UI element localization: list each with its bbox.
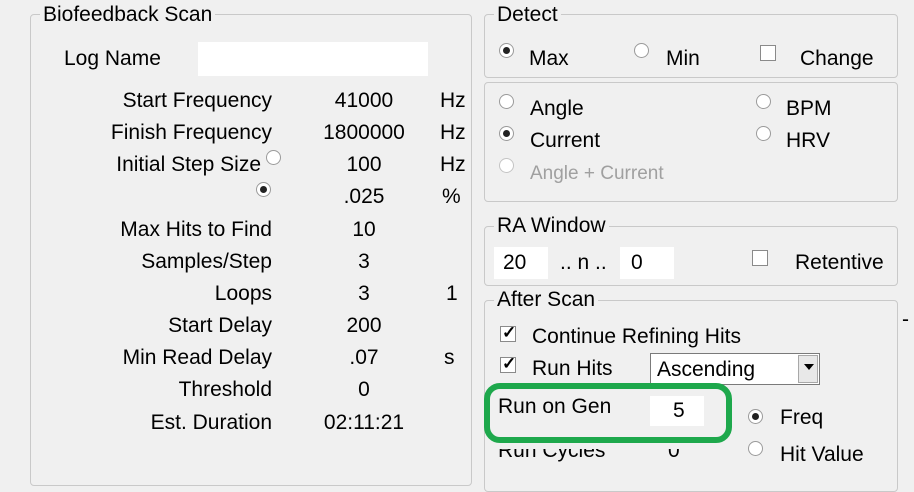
continue-refining-label[interactable]: Continue Refining Hits bbox=[532, 325, 741, 349]
angle-label[interactable]: Angle bbox=[530, 97, 584, 121]
min-read-delay-label: Min Read Delay bbox=[122, 346, 272, 369]
initial-step-size-label: Initial Step Size bbox=[116, 153, 261, 176]
check-mark-icon: ✓ bbox=[502, 323, 517, 342]
run-hits-checkbox[interactable]: ✓ bbox=[500, 354, 516, 373]
threshold-value[interactable]: 0 bbox=[300, 378, 428, 402]
step-size-hz-value[interactable]: 100 bbox=[300, 153, 428, 177]
continue-refining-checkbox[interactable]: ✓ bbox=[500, 323, 516, 342]
detect-min-label[interactable]: Min bbox=[666, 47, 700, 71]
step-size-hz-radio[interactable] bbox=[266, 150, 281, 165]
bpm-radio[interactable] bbox=[756, 94, 771, 109]
bpm-label[interactable]: BPM bbox=[786, 97, 832, 121]
angle-current-label[interactable]: Angle + Current bbox=[530, 163, 664, 185]
run-type-freq-radio[interactable] bbox=[748, 409, 763, 424]
retentive-checkbox[interactable] bbox=[752, 250, 768, 266]
angle-radio[interactable] bbox=[499, 94, 514, 109]
ra-window-value2-input[interactable]: 0 bbox=[620, 247, 674, 279]
run-hits-order-select[interactable]: Ascending bbox=[650, 353, 820, 385]
samples-step-label: Samples/Step bbox=[141, 250, 272, 273]
after-scan-title: After Scan bbox=[494, 289, 599, 311]
hrv-label[interactable]: HRV bbox=[786, 129, 830, 153]
start-frequency-unit: Hz bbox=[440, 89, 466, 112]
detect-max-label[interactable]: Max bbox=[529, 47, 569, 71]
ra-window-separator: .. n .. bbox=[560, 251, 607, 274]
current-label[interactable]: Current bbox=[530, 129, 600, 153]
run-type-freq-label[interactable]: Freq bbox=[780, 406, 823, 430]
after-scan-dash: - bbox=[902, 308, 909, 331]
log-name-label: Log Name bbox=[64, 47, 161, 70]
log-name-input[interactable] bbox=[198, 42, 428, 76]
ra-window-value1-input[interactable]: 20 bbox=[494, 247, 548, 279]
step-size-percent-unit: % bbox=[442, 185, 461, 208]
samples-step-value[interactable]: 3 bbox=[300, 250, 428, 274]
chevron-down-icon[interactable] bbox=[798, 355, 818, 383]
angle-current-radio[interactable] bbox=[499, 158, 514, 173]
step-size-percent-radio[interactable] bbox=[256, 182, 271, 197]
min-read-delay-value[interactable]: .07 bbox=[300, 346, 428, 370]
finish-frequency-value[interactable]: 1800000 bbox=[300, 121, 428, 145]
run-hits-order-value: Ascending bbox=[657, 358, 756, 381]
min-read-delay-unit: s bbox=[444, 346, 455, 369]
finish-frequency-label: Finish Frequency bbox=[110, 121, 272, 144]
biofeedback-scan-title: Biofeedback Scan bbox=[40, 4, 216, 26]
current-radio[interactable] bbox=[499, 126, 514, 141]
detect-title: Detect bbox=[494, 4, 561, 26]
step-size-hz-unit: Hz bbox=[440, 153, 466, 176]
retentive-label[interactable]: Retentive bbox=[795, 251, 884, 275]
run-hits-label[interactable]: Run Hits bbox=[532, 357, 613, 381]
start-frequency-label: Start Frequency bbox=[122, 89, 272, 112]
detect-change-checkbox[interactable] bbox=[760, 45, 776, 61]
threshold-label: Threshold bbox=[178, 378, 272, 401]
start-delay-value[interactable]: 200 bbox=[300, 314, 428, 338]
est-duration-label: Est. Duration bbox=[150, 411, 272, 434]
loops-unit: 1 bbox=[446, 282, 458, 305]
check-mark-icon: ✓ bbox=[502, 354, 517, 373]
max-hits-label: Max Hits to Find bbox=[120, 218, 272, 241]
detect-max-radio[interactable] bbox=[499, 43, 514, 58]
max-hits-value[interactable]: 10 bbox=[300, 218, 428, 242]
loops-value[interactable]: 3 bbox=[300, 282, 428, 306]
ra-window-title: RA Window bbox=[494, 215, 609, 237]
step-size-percent-value[interactable]: .025 bbox=[300, 185, 428, 209]
start-frequency-value[interactable]: 41000 bbox=[300, 89, 428, 113]
finish-frequency-unit: Hz bbox=[440, 121, 466, 144]
detect-min-radio[interactable] bbox=[634, 43, 649, 58]
run-type-hit-value-label[interactable]: Hit Value bbox=[780, 443, 864, 467]
detect-change-label[interactable]: Change bbox=[800, 47, 874, 71]
run-type-hit-value-radio[interactable] bbox=[748, 441, 763, 456]
loops-label: Loops bbox=[214, 282, 272, 305]
est-duration-value: 02:11:21 bbox=[323, 411, 405, 434]
run-on-gen-highlight bbox=[484, 383, 732, 443]
hrv-radio[interactable] bbox=[756, 126, 771, 141]
start-delay-label: Start Delay bbox=[168, 314, 272, 337]
